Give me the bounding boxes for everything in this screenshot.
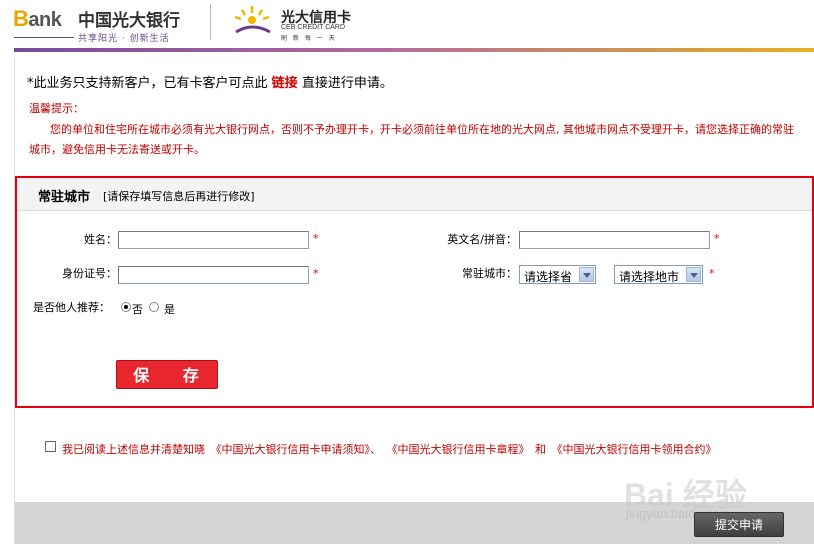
referral-label: 是否他人推荐： — [33, 301, 110, 314]
english-name-input[interactable] — [519, 231, 710, 249]
card-brand-slogan: 刷 新 每 一 天 — [281, 35, 337, 42]
name-label: 姓名： — [84, 233, 117, 246]
referral-no-radio[interactable] — [121, 302, 131, 312]
save-button[interactable]: 保 存 — [116, 360, 218, 389]
submit-button[interactable]: 提交申请 — [694, 512, 784, 537]
notice-prefix: *此业务只支持新客户，已有卡客户可点此 — [27, 76, 268, 91]
bank-logo-text: ank — [28, 9, 62, 31]
referral-yes-label: 是 — [164, 303, 175, 316]
english-name-label: 英文名/拼音： — [447, 233, 517, 246]
chevron-down-icon — [686, 267, 701, 282]
id-number-input[interactable] — [118, 266, 309, 284]
slogan-divider — [14, 37, 74, 38]
city-select[interactable]: 请选择地市 — [614, 265, 703, 284]
name-input[interactable] — [118, 231, 309, 249]
city-select-value: 请选择地市 — [619, 270, 680, 284]
bank-logo-mark: B — [13, 6, 29, 31]
bank-name: 中国光大银行 — [78, 11, 180, 31]
tip-title: 温馨提示： — [29, 102, 84, 115]
sun-icon — [234, 6, 271, 34]
notice-suffix: 直接进行申请。 — [301, 76, 393, 91]
chevron-down-icon — [579, 267, 594, 282]
card-brand-english: CEB CREDIT CARD — [281, 24, 346, 31]
apply-link[interactable]: 链接 — [272, 76, 298, 91]
tip-text: 您的单位和住宅所在城市必须有光大银行网点，否则不予办理开卡，开卡必须前往单位所在… — [29, 123, 794, 156]
referral-yes-radio[interactable] — [149, 302, 159, 312]
english-name-required-mark: * — [714, 232, 720, 245]
city-required-mark: * — [709, 267, 715, 280]
name-required-mark: * — [313, 232, 319, 245]
form-header: 常驻城市 [请保存填写信息后再进行修改] — [17, 178, 812, 211]
form-hint: [请保存填写信息后再进行修改] — [103, 190, 255, 203]
city-label: 常驻城市： — [462, 267, 517, 280]
customer-notice: *此业务只支持新客户，已有卡客户可点此 链接 直接进行申请。 — [27, 72, 393, 91]
id-number-label: 身份证号： — [62, 267, 117, 280]
bank-slogan: 共享阳光 · 创新生活 — [78, 34, 170, 44]
id-required-mark: * — [313, 267, 319, 280]
header-stripe — [14, 48, 814, 52]
bank-logo: Bank — [13, 6, 62, 32]
agreement-text[interactable]: 我已阅读上述信息并清楚知晓 《中国光大银行信用卡申请须知》、 《中国光大银行信用… — [62, 441, 716, 457]
page-header: Bank 中国光大银行 共享阳光 · 创新生活 光大信用卡 CEB CREDIT… — [0, 0, 814, 58]
referral-no-label: 否 — [132, 303, 143, 316]
form-title: 常驻城市 — [38, 190, 91, 205]
header-divider — [210, 4, 211, 40]
agreement-checkbox[interactable] — [45, 441, 56, 452]
city-form: 常驻城市 [请保存填写信息后再进行修改] 姓名： * 英文名/拼音： * 身份证… — [15, 176, 814, 408]
province-select[interactable]: 请选择省 — [519, 265, 596, 284]
province-select-value: 请选择省 — [524, 270, 573, 284]
